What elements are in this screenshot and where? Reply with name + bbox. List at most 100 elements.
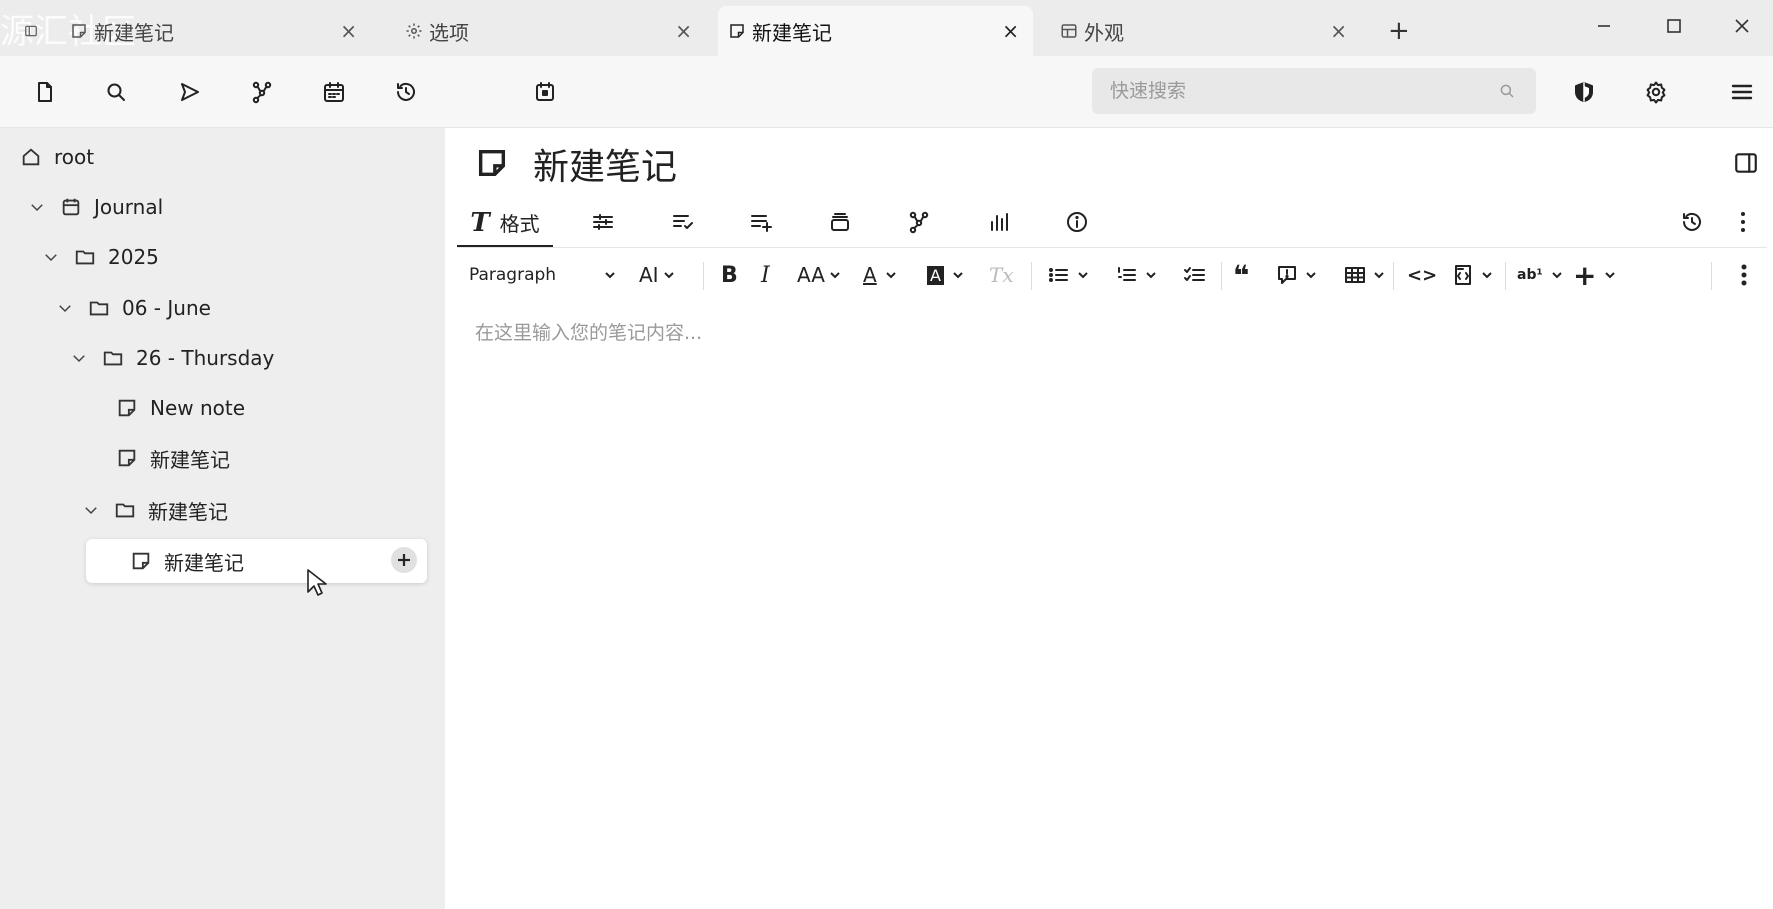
note-icon: [730, 24, 744, 38]
tree-item-label: root: [54, 145, 95, 169]
tree-item-label: 新建笔记: [150, 447, 230, 472]
special-chars-label: ab¹: [1517, 267, 1543, 283]
ribbon-tab-format[interactable]: T 格式: [457, 200, 553, 248]
search-button[interactable]: [102, 78, 130, 106]
ribbon-tab-stats[interactable]: [983, 200, 1015, 244]
code-block-button[interactable]: [1451, 260, 1493, 290]
calendar-button[interactable]: [320, 78, 348, 106]
chevron-down-icon[interactable]: [42, 248, 60, 266]
close-icon[interactable]: ×: [1002, 21, 1019, 41]
protected-session-button[interactable]: [1570, 78, 1598, 106]
admonition-button[interactable]: [1275, 260, 1317, 290]
tab-appearance[interactable]: 外观 ×: [1050, 6, 1355, 56]
numbered-list-icon: [1118, 267, 1136, 281]
quick-search-input[interactable]: [1092, 68, 1536, 114]
font-size-button[interactable]: AA: [797, 260, 841, 290]
close-icon[interactable]: ×: [1330, 21, 1347, 41]
remove-format-button[interactable]: Tx: [989, 260, 1014, 290]
note-history-button[interactable]: [1677, 200, 1707, 244]
tree-item-new-note[interactable]: New note: [116, 388, 245, 428]
chevron-down-icon: [1551, 272, 1562, 279]
inline-code-button[interactable]: <>: [1407, 260, 1437, 290]
ribbon-tab-properties[interactable]: [587, 200, 619, 244]
chevron-down-icon[interactable]: [82, 501, 100, 519]
text-color-button[interactable]: A: [863, 260, 897, 290]
search-icon[interactable]: [1498, 82, 1516, 100]
tree-item-journal[interactable]: Journal: [28, 187, 163, 227]
close-icon[interactable]: ×: [675, 21, 692, 41]
format-more-button[interactable]: [1741, 260, 1747, 290]
tree-item-month[interactable]: 06 - June: [56, 288, 211, 328]
chevron-down-icon: [1605, 272, 1616, 279]
chevron-down-icon[interactable]: [56, 299, 74, 317]
ribbon-tab-add-list[interactable]: [745, 200, 777, 244]
insert-button[interactable]: +: [1573, 258, 1616, 292]
today-button[interactable]: [531, 78, 559, 106]
chevron-down-icon: [885, 272, 896, 279]
insert-label: +: [1573, 258, 1597, 292]
note-more-button[interactable]: [1733, 200, 1753, 244]
ribbon-tab-note-list[interactable]: [667, 200, 699, 244]
tree-item-selected[interactable]: 新建笔记: [86, 539, 427, 583]
chevron-down-icon: [1146, 272, 1156, 279]
numbered-list-button[interactable]: [1115, 260, 1157, 290]
chevron-down-icon: [953, 272, 963, 279]
gear-icon: [1646, 81, 1666, 104]
text-color-label: A: [863, 263, 877, 287]
send-button[interactable]: [176, 78, 204, 106]
special-chars-button[interactable]: ab¹: [1517, 260, 1563, 290]
ribbon-tab-info[interactable]: [1061, 200, 1093, 244]
graph-button[interactable]: [248, 78, 276, 106]
chevron-down-icon: [1306, 272, 1316, 279]
add-child-note-button[interactable]: [391, 547, 417, 573]
tab-label: 选项: [429, 20, 469, 45]
chevron-down-icon: [1482, 272, 1492, 279]
quote-button[interactable]: ❝: [1233, 259, 1249, 292]
history-icon: [397, 82, 415, 101]
tab-options[interactable]: 选项 ×: [395, 6, 700, 56]
insert-table-button[interactable]: [1343, 260, 1385, 290]
italic-button[interactable]: I: [761, 260, 770, 290]
tab-note-active[interactable]: 新建笔记 ×: [718, 6, 1033, 56]
maximize-button[interactable]: [1656, 8, 1692, 44]
note-title[interactable]: 新建笔记: [533, 138, 677, 190]
todo-list-button[interactable]: [1183, 260, 1207, 290]
main-menu-button[interactable]: [1728, 78, 1756, 106]
tab-note-1[interactable]: 新建笔记 ×: [60, 6, 365, 56]
tree-item-folder[interactable]: 新建笔记: [82, 490, 228, 530]
ribbon-tab-layers[interactable]: [824, 200, 856, 244]
sliders-icon: [593, 214, 613, 230]
settings-button[interactable]: [1642, 78, 1670, 106]
note-detail: 新建笔记 T 格式 Paragraph AI B I AA A A Tx ❝ <…: [445, 128, 1773, 909]
background-color-button[interactable]: A: [927, 260, 964, 290]
tree-item-note[interactable]: 新建笔记: [116, 438, 230, 478]
new-note-button[interactable]: [31, 78, 59, 106]
heading-select[interactable]: Paragraph: [469, 260, 616, 290]
chevron-down-icon: [830, 272, 840, 279]
chevron-down-icon[interactable]: [28, 198, 46, 216]
tree-item-label: 26 - Thursday: [136, 346, 275, 370]
close-window-button[interactable]: [1724, 8, 1760, 44]
bullet-list-button[interactable]: [1047, 260, 1089, 290]
tree-item-day[interactable]: 26 - Thursday: [70, 338, 274, 378]
bold-button[interactable]: B: [721, 260, 738, 290]
chevron-down-icon[interactable]: [70, 349, 88, 367]
right-pane-toggle-icon[interactable]: [1733, 150, 1759, 176]
tree-item-root[interactable]: root: [20, 137, 94, 177]
sidebar-toggle-button[interactable]: [14, 6, 44, 56]
editor-placeholder[interactable]: 在这里输入您的笔记内容...: [475, 318, 702, 345]
close-icon[interactable]: ×: [340, 21, 357, 41]
graph-icon: [252, 81, 272, 104]
tree-item-year[interactable]: 2025: [42, 237, 159, 277]
minimize-button[interactable]: [1586, 8, 1622, 44]
main-toolbar: [0, 56, 1773, 128]
heading-size-button[interactable]: AI: [639, 260, 675, 290]
history-button[interactable]: [392, 78, 420, 106]
ribbon-tab-relation-map[interactable]: [903, 200, 935, 244]
chevron-down-icon: [1374, 272, 1384, 279]
note-icon: [478, 149, 506, 177]
toolbar-divider: [1393, 262, 1394, 290]
toolbar-divider: [1711, 262, 1712, 290]
tab-label: 新建笔记: [752, 20, 832, 45]
new-tab-button[interactable]: +: [1378, 6, 1410, 56]
